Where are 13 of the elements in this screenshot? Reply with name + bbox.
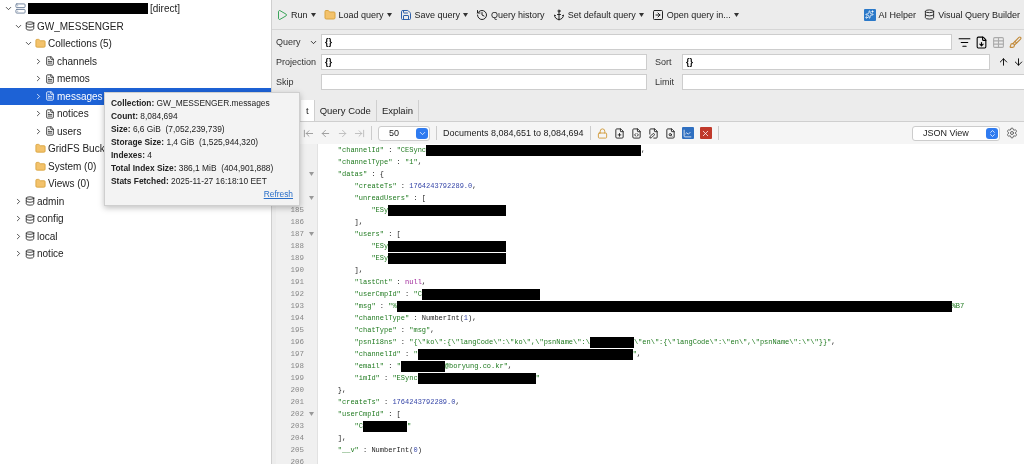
field-label: Sort xyxy=(654,57,673,67)
field-label: Limit xyxy=(654,77,675,87)
field-label: Projection xyxy=(276,57,318,67)
tooltip-line: Indexes: 4 xyxy=(111,149,153,162)
field-label: Query xyxy=(276,37,302,47)
tooltip-line: Collection: GW_MESSENGER.messages xyxy=(111,97,271,110)
tooltip-line: Stats Fetched: 2025-11-27 16:18:10 EET xyxy=(111,175,268,188)
field-label: Skip xyxy=(276,77,295,87)
tooltip-line: Storage Size: 1,4 GiB (1,525,944,320) xyxy=(111,136,260,149)
tooltip-line: Total Index Size: 386,1 MiB (404,901,888) xyxy=(111,162,275,175)
tooltip-line: Size: 6,6 GiB (7,052,239,739) xyxy=(111,123,226,136)
document-range: Documents 8,084,651 to 8,084,694 xyxy=(443,128,584,138)
tooltip-line: Count: 8,084,694 xyxy=(111,110,179,123)
